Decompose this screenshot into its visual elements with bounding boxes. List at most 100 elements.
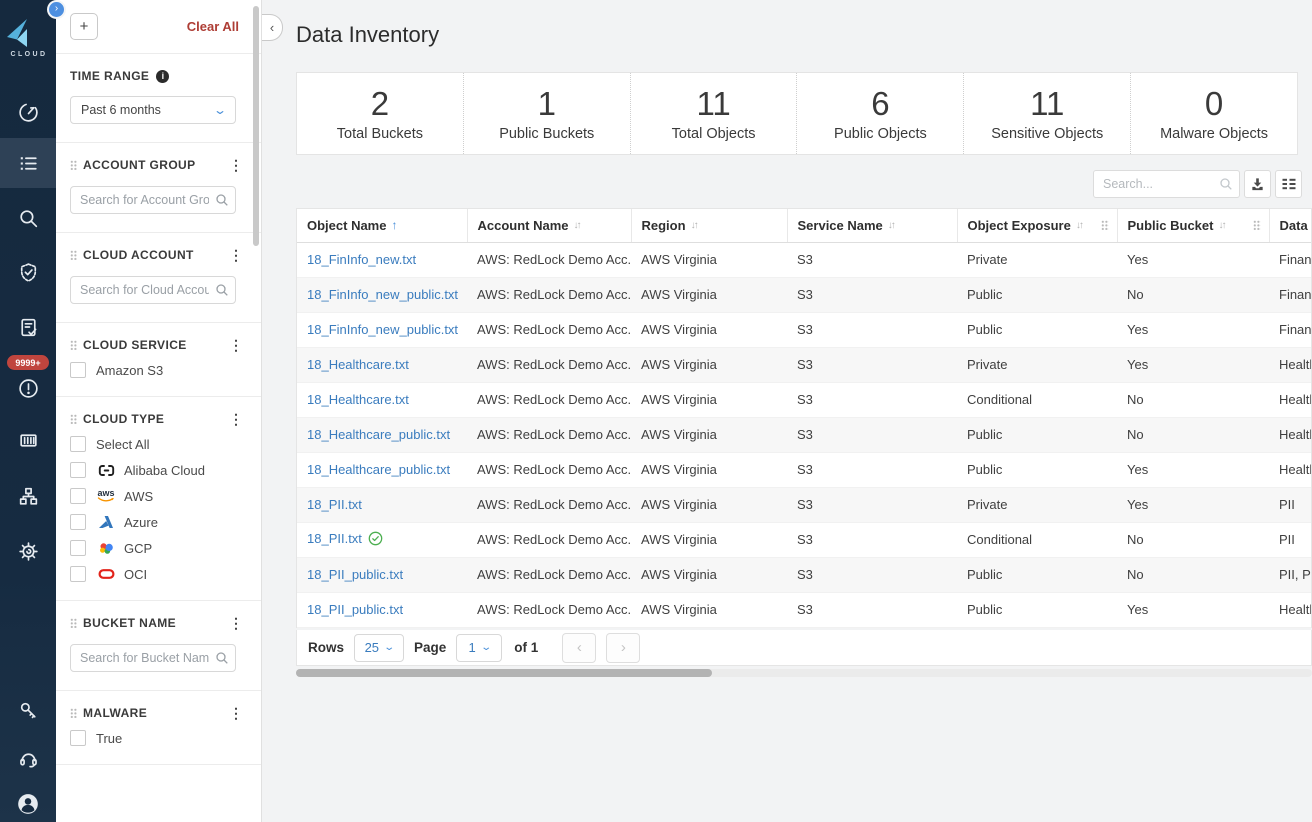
checkbox[interactable] [70, 436, 86, 452]
drag-handle-icon[interactable] [70, 250, 77, 260]
cloud-account-search-input[interactable] [70, 276, 236, 304]
column-drag-handle-icon[interactable] [1253, 220, 1261, 230]
next-page-button[interactable]: › [606, 633, 640, 663]
account-group-search-input[interactable] [70, 186, 236, 214]
checkbox[interactable] [70, 730, 86, 746]
key-icon [17, 700, 40, 723]
column-header-service-name[interactable]: Service Name↓↑ [787, 209, 957, 242]
column-header-public-bucket[interactable]: Public Bucket↓↑ [1117, 209, 1269, 242]
cell-object-name: 18_Healthcare_public.txt [297, 452, 467, 487]
drag-handle-icon[interactable] [70, 708, 77, 718]
checkbox[interactable] [70, 540, 86, 556]
sort-icon: ↓↑ [1218, 220, 1224, 231]
drag-handle-icon[interactable] [70, 414, 77, 424]
nav-profile[interactable] [0, 786, 56, 822]
checkbox[interactable] [70, 488, 86, 504]
nav-alerts[interactable] [0, 370, 56, 406]
scrollbar-thumb[interactable] [296, 669, 712, 677]
checkbox-row-gcp[interactable]: GCP [70, 540, 243, 556]
object-name-link[interactable]: 18_Healthcare_public.txt [307, 427, 450, 442]
cell-data-profile: Financial [1269, 312, 1312, 347]
nav-search[interactable] [0, 200, 56, 236]
kebab-menu-icon[interactable]: ⋮ [229, 618, 243, 628]
table-search-input[interactable] [1093, 170, 1240, 198]
object-name-link[interactable]: 18_FinInfo_new_public.txt [307, 322, 458, 337]
nav-inventory[interactable] [0, 145, 56, 181]
filter-panel-scrollbar[interactable] [253, 6, 259, 246]
checkbox[interactable] [70, 362, 86, 378]
drag-handle-icon[interactable] [70, 340, 77, 350]
rows-per-page-select[interactable]: 25 ⌄ [354, 634, 404, 662]
kebab-menu-icon[interactable]: ⋮ [229, 160, 243, 170]
checkbox-row-aws[interactable]: aws AWS [70, 488, 243, 504]
object-name-link[interactable]: 18_Healthcare_public.txt [307, 462, 450, 477]
checkbox-row-azure[interactable]: Azure [70, 514, 243, 530]
stat-sensitive-objects: 11 Sensitive Objects [963, 73, 1130, 154]
object-name-link[interactable]: 18_FinInfo_new_public.txt [307, 287, 458, 302]
column-header-data-profile[interactable]: Data Profile↓↑ [1269, 209, 1312, 242]
filter-title: CLOUD TYPE [83, 412, 164, 426]
object-name-link[interactable]: 18_PII_public.txt [307, 567, 403, 582]
table-row: 18_PII_public.txt AWS: RedLock Demo Acc.… [297, 592, 1312, 627]
nav-support[interactable] [0, 741, 56, 777]
cell-data-profile: Healthcare [1269, 382, 1312, 417]
previous-page-button[interactable]: ‹ [562, 633, 596, 663]
object-name-link[interactable]: 18_PII.txt [307, 497, 362, 512]
sort-asc-icon: ↑ [391, 218, 397, 232]
column-header-account-name[interactable]: Account Name↓↑ [467, 209, 631, 242]
checkbox[interactable] [70, 566, 86, 582]
checkbox-row-oci[interactable]: OCI [70, 566, 243, 582]
kebab-menu-icon[interactable]: ⋮ [229, 708, 243, 718]
column-settings-button[interactable] [1275, 170, 1302, 198]
stat-public-objects: 6 Public Objects [796, 73, 963, 154]
checkbox-row-alibaba[interactable]: Alibaba Cloud [70, 462, 243, 478]
object-name-link[interactable]: 18_PII.txt [307, 531, 362, 546]
cell-account-name: AWS: RedLock Demo Acc... [467, 487, 631, 522]
nav-access-keys[interactable] [0, 693, 56, 729]
add-filter-button[interactable]: + [70, 13, 98, 40]
object-name-link[interactable]: 18_PII_public.txt [307, 602, 403, 617]
download-button[interactable] [1244, 170, 1271, 198]
stat-label: Total Buckets [337, 126, 423, 142]
pagination-bar: Rows 25 ⌄ Page 1 ⌄ of 1 ‹ › [296, 630, 1312, 666]
checkbox-row-malware-true[interactable]: True [70, 730, 243, 746]
drag-handle-icon[interactable] [70, 160, 77, 170]
nav-dashboard[interactable] [0, 94, 56, 130]
inventory-list-icon [17, 152, 40, 175]
column-drag-handle-icon[interactable] [1101, 220, 1109, 230]
column-header-object-name[interactable]: Object Name↑ [297, 209, 467, 242]
prisma-cloud-logo[interactable]: CLOUD [0, 18, 56, 58]
checkbox[interactable] [70, 514, 86, 530]
column-header-object-exposure[interactable]: Object Exposure↓↑ [957, 209, 1117, 242]
object-name-link[interactable]: 18_Healthcare.txt [307, 357, 409, 372]
drag-handle-icon[interactable] [70, 618, 77, 628]
checkbox[interactable] [70, 462, 86, 478]
nav-network[interactable] [0, 478, 56, 514]
nav-compliance[interactable] [0, 309, 56, 345]
nav-containers[interactable] [0, 422, 56, 458]
clear-all-button[interactable]: Clear All [187, 19, 239, 34]
kebab-menu-icon[interactable]: ⋮ [229, 340, 243, 350]
nav-settings[interactable] [0, 533, 56, 569]
object-name-link[interactable]: 18_Healthcare.txt [307, 392, 409, 407]
cell-region: AWS Virginia [631, 347, 787, 382]
kebab-menu-icon[interactable]: ⋮ [229, 414, 243, 424]
cell-region: AWS Virginia [631, 557, 787, 592]
nav-governance[interactable] [0, 254, 56, 290]
column-header-region[interactable]: Region↓↑ [631, 209, 787, 242]
info-icon[interactable]: i [156, 70, 169, 83]
table-row: 18_FinInfo_new_public.txt AWS: RedLock D… [297, 312, 1312, 347]
object-name-link[interactable]: 18_FinInfo_new.txt [307, 252, 416, 267]
kebab-menu-icon[interactable]: ⋮ [229, 250, 243, 260]
cell-object-exposure: Public [957, 277, 1117, 312]
bucket-name-search-input[interactable] [70, 644, 236, 672]
panel-expand-button[interactable]: › [49, 2, 64, 17]
cell-object-name: 18_PII_public.txt [297, 592, 467, 627]
checkbox-row-amazon-s3[interactable]: Amazon S3 [70, 362, 243, 378]
panel-collapse-button[interactable]: ‹ [262, 14, 283, 41]
current-page-value: 1 [468, 640, 475, 655]
page-select[interactable]: 1 ⌄ [456, 634, 502, 662]
cell-public-bucket: Yes [1117, 592, 1269, 627]
time-range-select[interactable]: Past 6 months ⌄ [70, 96, 236, 124]
checkbox-row-select-all[interactable]: Select All [70, 436, 243, 452]
